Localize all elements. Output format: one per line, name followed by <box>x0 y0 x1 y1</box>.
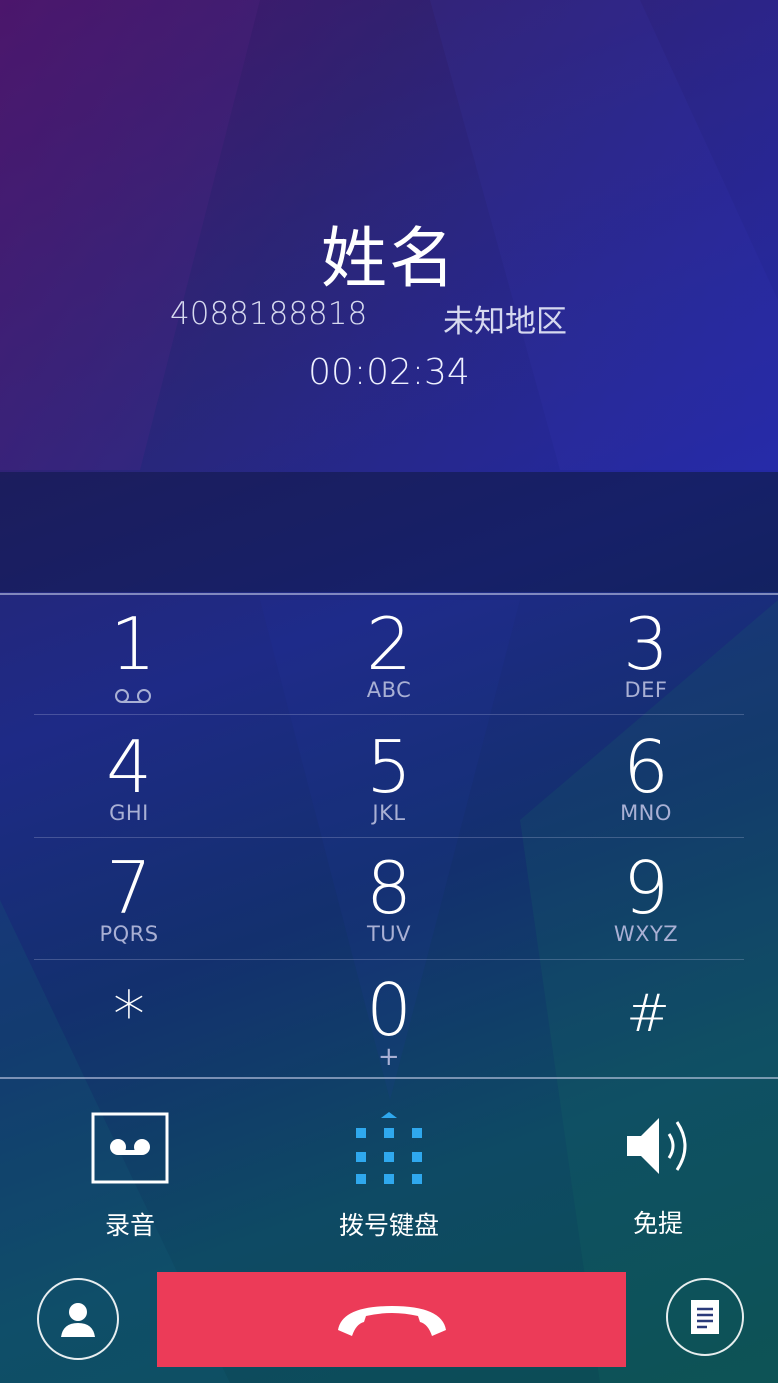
key-letters: MNO <box>620 801 672 825</box>
key-letters: PQRS <box>99 922 159 946</box>
end-call-icon <box>337 1305 446 1336</box>
key-letters: WXYZ <box>613 922 679 946</box>
key-letters: + <box>377 1042 401 1072</box>
key-star[interactable]: * <box>29 970 229 1092</box>
record-label: 录音 <box>104 1211 155 1240</box>
record-button[interactable]: 录音 <box>78 1112 182 1242</box>
caller-region: 未知地区 <box>443 304 567 340</box>
keypad-top-divider <box>0 593 778 595</box>
call-duration: 00:02:34 <box>308 352 470 393</box>
key-8[interactable]: 8 TUV <box>289 848 489 970</box>
key-digit: * <box>113 979 145 1053</box>
key-7[interactable]: 7 PQRS <box>29 848 229 970</box>
key-digit: 7 <box>106 846 152 930</box>
contacts-button[interactable] <box>37 1278 119 1360</box>
key-0[interactable]: 0 + <box>289 970 489 1092</box>
key-digit: 2 <box>366 602 412 686</box>
key-3[interactable]: 3 DEF <box>546 604 746 726</box>
speaker-label: 免提 <box>632 1209 683 1238</box>
key-letters: GHI <box>109 801 149 825</box>
record-icon <box>91 1112 169 1184</box>
key-2[interactable]: 2 ABC <box>289 604 489 726</box>
header-spacer <box>0 472 778 592</box>
key-9[interactable]: 9 WXYZ <box>546 848 746 970</box>
caller-name: 姓名 <box>321 220 457 297</box>
voicemail-icon <box>115 689 151 703</box>
notes-button[interactable] <box>666 1278 744 1356</box>
speaker-button[interactable]: 免提 <box>608 1110 708 1240</box>
dialpad-button[interactable]: 拨号键盘 <box>320 1110 458 1242</box>
key-1[interactable]: 1 <box>33 604 233 726</box>
key-4[interactable]: 4 GHI <box>29 727 229 849</box>
key-digit: # <box>626 984 670 1044</box>
key-digit: 5 <box>366 725 412 809</box>
key-hash[interactable]: # <box>548 970 748 1092</box>
key-digit: 8 <box>366 846 412 930</box>
key-letters: TUV <box>366 922 412 946</box>
speaker-icon <box>627 1118 687 1174</box>
key-digit: 6 <box>623 725 669 809</box>
notes-icon <box>691 1300 719 1334</box>
end-call-button[interactable] <box>157 1272 626 1367</box>
key-letters: ABC <box>366 678 412 702</box>
key-digit: 4 <box>106 725 152 809</box>
dialpad-icon <box>356 1112 422 1184</box>
key-digit: 3 <box>623 602 669 686</box>
key-letters: DEF <box>624 678 668 702</box>
caller-number: 4088188818 <box>170 296 368 332</box>
key-letters: JKL <box>372 801 406 825</box>
key-6[interactable]: 6 MNO <box>546 727 746 849</box>
key-digit: 9 <box>623 846 669 930</box>
key-digit: 0 <box>366 968 412 1052</box>
contact-icon <box>61 1303 95 1337</box>
key-5[interactable]: 5 JKL <box>289 727 489 849</box>
key-digit: 1 <box>110 602 156 686</box>
dialpad-label: 拨号键盘 <box>338 1211 439 1240</box>
